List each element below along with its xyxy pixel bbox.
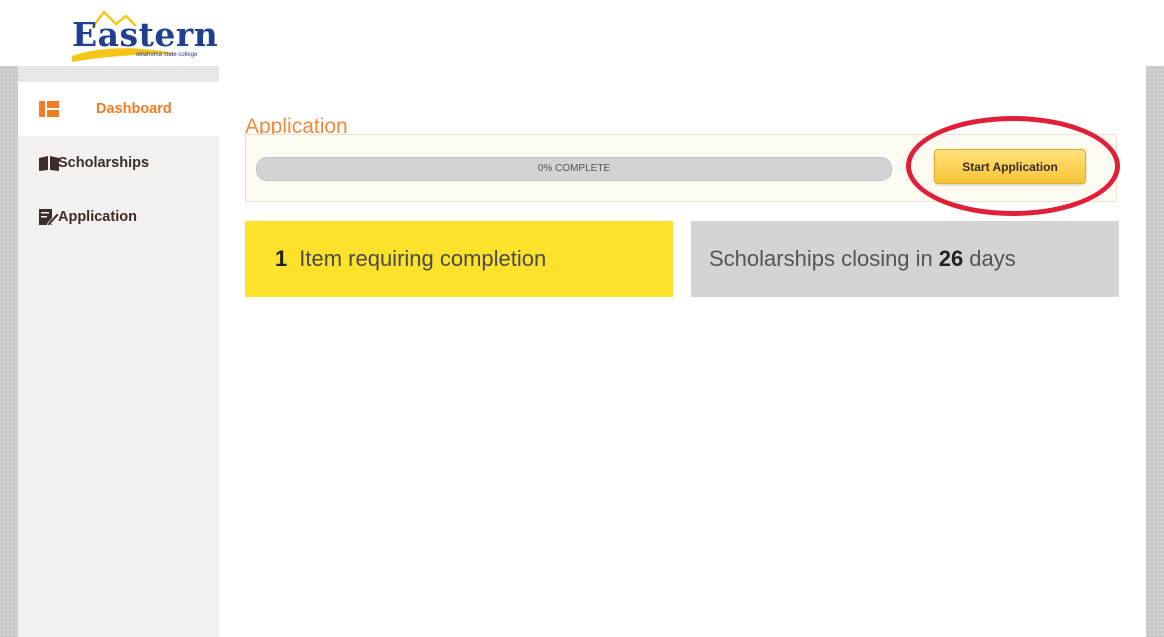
left-background-texture — [0, 66, 18, 637]
dashboard-icon — [39, 101, 59, 117]
sidebar-item-scholarships[interactable]: Scholarships — [18, 136, 219, 190]
scholarships-closing-tile: Scholarships closing in 26 days — [691, 221, 1119, 297]
right-background-texture — [1146, 66, 1164, 637]
progress-label: 0% COMPLETE — [537, 163, 611, 174]
sidebar-item-label: Dashboard — [96, 101, 172, 117]
closing-suffix: days — [969, 246, 1016, 271]
logo-wordmark: Eastern — [72, 15, 219, 54]
sidebar-top-strip — [18, 66, 219, 82]
sidebar-item-dashboard[interactable]: Dashboard — [18, 82, 219, 136]
sidebar-item-application[interactable]: Application — [18, 190, 219, 244]
book-icon — [39, 156, 59, 171]
sidebar: Dashboard Scholarships Application — [18, 66, 219, 637]
items-count: 1 — [275, 246, 288, 271]
main-content: Application 0% COMPLETE Start Applicatio… — [219, 66, 1146, 637]
progress-bar: 0% COMPLETE — [256, 157, 892, 181]
items-requiring-completion-tile[interactable]: 1 Item requiring completion — [245, 221, 673, 297]
sidebar-item-label: Scholarships — [58, 155, 150, 171]
site-header: Eastern oklahoma state college — [0, 0, 1164, 67]
closing-prefix: Scholarships closing in — [709, 246, 933, 271]
closing-days-count: 26 — [938, 246, 964, 271]
edit-icon — [39, 209, 60, 226]
logo-subtitle: oklahoma state college — [136, 52, 198, 58]
eastern-logo[interactable]: Eastern oklahoma state college — [70, 8, 260, 62]
application-progress-panel: 0% COMPLETE Start Application — [245, 134, 1117, 202]
items-tile-text: Item requiring completion — [299, 246, 547, 271]
start-application-button[interactable]: Start Application — [934, 149, 1086, 184]
sidebar-item-label: Application — [58, 209, 137, 225]
